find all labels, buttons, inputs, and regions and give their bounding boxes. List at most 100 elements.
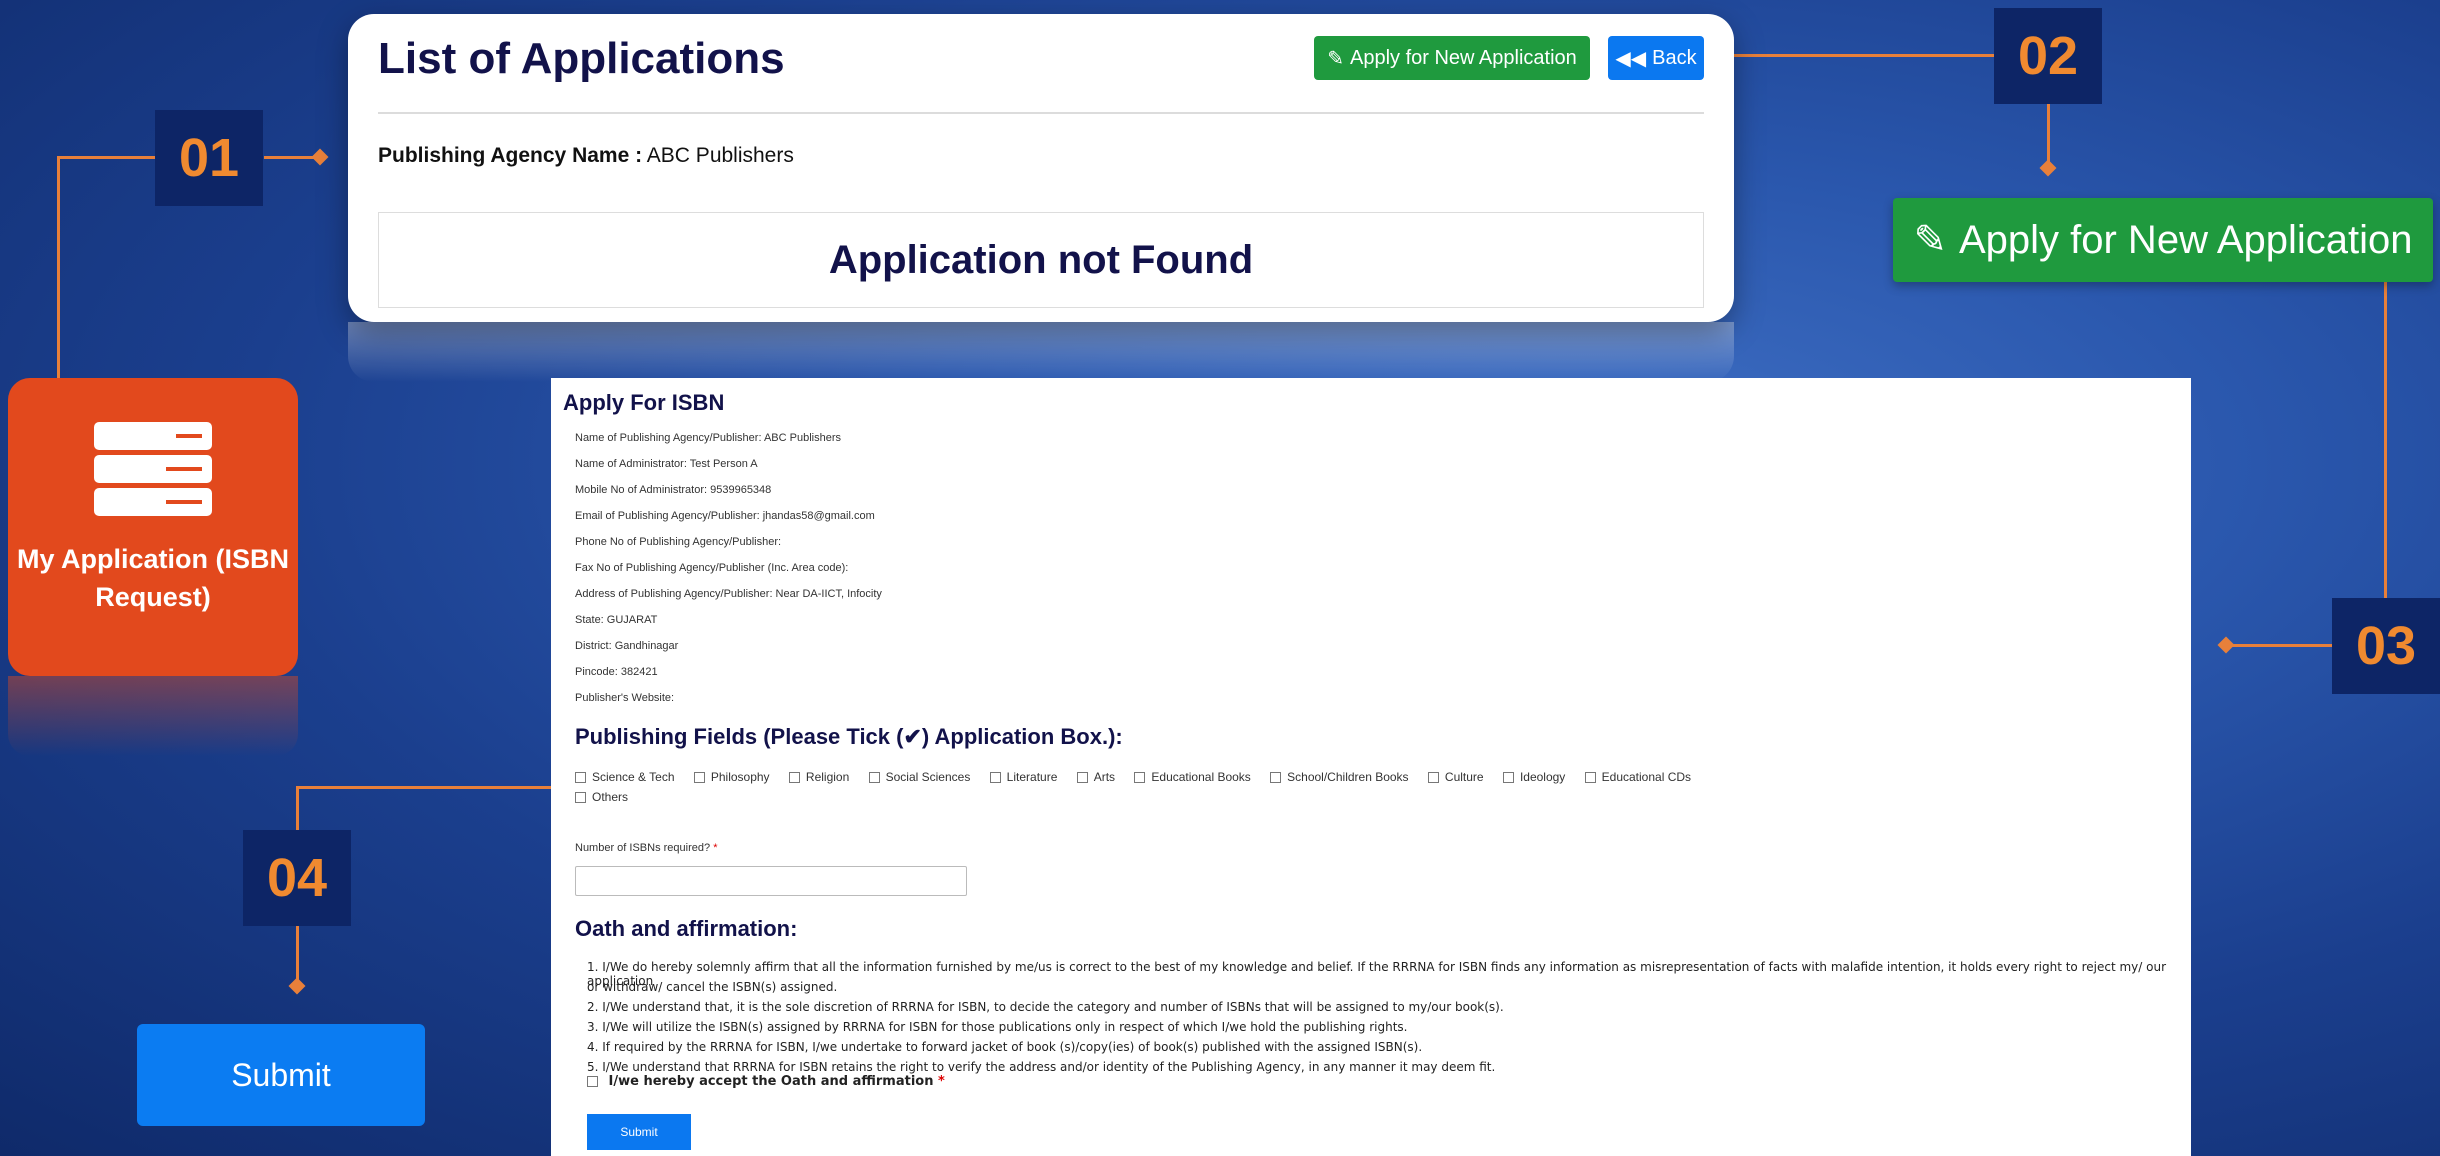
my-application-tile[interactable]: My Application (ISBN Request) <box>8 378 298 676</box>
field-email: Email of Publishing Agency/Publisher: jh… <box>575 510 875 522</box>
checkbox-science-tech[interactable]: Science & Tech <box>575 770 675 784</box>
checkbox-box[interactable] <box>989 772 1001 784</box>
checkbox-box[interactable] <box>788 772 800 784</box>
checkbox-label: Others <box>592 790 629 804</box>
page-title: List of Applications <box>378 34 785 83</box>
form-submit-button[interactable]: Submit <box>587 1114 691 1150</box>
connector-03-vertical <box>2384 282 2387 598</box>
pencil-icon: ✎ <box>1913 218 1947 262</box>
checkbox-social-sciences[interactable]: Social Sciences <box>868 770 971 784</box>
field-state: State: GUJARAT <box>575 614 658 626</box>
checkbox-box[interactable] <box>1427 772 1439 784</box>
back-arrow-icon: ◀◀ <box>1615 47 1647 70</box>
checkbox-label: Philosophy <box>710 770 770 784</box>
connector-04-up <box>296 786 299 830</box>
checkbox-box[interactable] <box>1134 772 1146 784</box>
tile-reflection <box>8 676 298 756</box>
step-badge-04: 04 <box>243 830 351 926</box>
connector-02-down <box>2047 104 2050 166</box>
isbn-count-label: Number of ISBNs required? * <box>575 842 717 854</box>
checkbox-label: Social Sciences <box>885 770 971 784</box>
publishing-agency-name: Publishing Agency Name : ABC Publishers <box>378 144 794 168</box>
tile-label: My Application (ISBN Request) <box>16 544 289 612</box>
checkbox-educational-books[interactable]: Educational Books <box>1134 770 1251 784</box>
oath-line-5: 5. I/We understand that RRRNA for ISBN r… <box>587 1060 1496 1074</box>
field-district: District: Gandhinagar <box>575 640 679 652</box>
divider <box>378 112 1704 114</box>
isbn-count-label-text: Number of ISBNs required? <box>575 842 711 854</box>
apply-isbn-form: Apply For ISBN Name of Publishing Agency… <box>551 378 2191 1156</box>
connector-01-left <box>57 156 155 159</box>
required-mark: * <box>938 1074 945 1089</box>
server-list-icon <box>94 422 212 516</box>
oath-line-2: 2. I/We understand that, it is the sole … <box>587 1000 1504 1014</box>
connector-03-horizontal <box>2226 644 2336 647</box>
checkbox-religion[interactable]: Religion <box>788 770 850 784</box>
checkbox-box[interactable] <box>575 792 586 804</box>
connector-01-vertical <box>57 156 60 378</box>
oath-heading: Oath and affirmation: <box>575 916 798 941</box>
field-address: Address of Publishing Agency/Publisher: … <box>575 588 882 600</box>
checkbox-philosophy[interactable]: Philosophy <box>693 770 770 784</box>
card-reflection <box>348 322 1734 382</box>
checkbox-literature[interactable]: Literature <box>989 770 1058 784</box>
back-button[interactable]: ◀◀ Back <box>1608 36 1704 80</box>
apply-button-label: Apply for New Application <box>1349 46 1577 69</box>
publishing-fields-row-2: Others <box>575 790 644 804</box>
checkbox-label: Educational CDs <box>1601 770 1692 784</box>
publishing-fields-row: Science & Tech Philosophy Religion Socia… <box>575 770 1707 784</box>
checkbox-culture[interactable]: Culture <box>1427 770 1484 784</box>
oath-line-3: 3. I/We will utilize the ISBN(s) assigne… <box>587 1020 1408 1034</box>
field-admin-name: Name of Administrator: Test Person A <box>575 458 758 470</box>
checkbox-arts[interactable]: Arts <box>1076 770 1115 784</box>
checkbox-others[interactable]: Others <box>575 790 628 804</box>
checkbox-label: Ideology <box>1519 770 1566 784</box>
accept-oath-checkbox[interactable]: I/we hereby accept the Oath and affirmat… <box>587 1074 945 1089</box>
field-phone: Phone No of Publishing Agency/Publisher: <box>575 536 782 548</box>
checkbox-label: School/Children Books <box>1287 770 1409 784</box>
connector-03-dot <box>2217 636 2235 654</box>
isbn-count-input[interactable] <box>575 866 967 896</box>
accept-oath-label: I/we hereby accept the Oath and affirmat… <box>608 1074 934 1089</box>
agency-value: ABC Publishers <box>646 144 794 167</box>
checkbox-label: Educational Books <box>1151 770 1251 784</box>
field-website: Publisher's Website: <box>575 692 675 704</box>
apply-new-application-button[interactable]: ✎ Apply for New Application <box>1314 36 1590 80</box>
back-button-label: Back <box>1652 46 1697 69</box>
checkbox-box[interactable] <box>693 772 705 784</box>
oath-line-1-cont: or withdraw/ cancel the ISBN(s) assigned… <box>587 980 838 994</box>
connector-02-horizontal <box>1734 54 1994 57</box>
checkbox-box[interactable] <box>575 772 586 784</box>
checkbox-box[interactable] <box>587 1076 598 1087</box>
submit-button-large[interactable]: Submit <box>137 1024 425 1126</box>
checkbox-educational-cds[interactable]: Educational CDs <box>1584 770 1692 784</box>
empty-state-message: Application not Found <box>378 212 1704 308</box>
connector-04-horizontal <box>296 786 552 789</box>
checkbox-label: Religion <box>805 770 850 784</box>
checkbox-school-children-books[interactable]: School/Children Books <box>1270 770 1409 784</box>
big-apply-label: Apply for New Application <box>1958 217 2413 262</box>
checkbox-box[interactable] <box>1076 772 1088 784</box>
connector-04-dot <box>288 977 306 995</box>
pencil-icon: ✎ <box>1327 47 1344 70</box>
checkbox-box[interactable] <box>1584 772 1596 784</box>
checkbox-ideology[interactable]: Ideology <box>1502 770 1566 784</box>
required-mark: * <box>713 842 718 854</box>
checkbox-box[interactable] <box>868 772 880 784</box>
field-agency-name: Name of Publishing Agency/Publisher: ABC… <box>575 432 841 444</box>
field-admin-mobile: Mobile No of Administrator: 9539965348 <box>575 484 772 496</box>
checkbox-box[interactable] <box>1502 772 1514 784</box>
checkbox-label: Culture <box>1444 770 1484 784</box>
applications-card: List of Applications ✎ Apply for New App… <box>348 14 1734 322</box>
checkbox-box[interactable] <box>1270 772 1282 784</box>
apply-new-application-button-large[interactable]: ✎ Apply for New Application <box>1893 198 2433 282</box>
connector-04-down <box>296 926 299 982</box>
checkbox-label: Literature <box>1006 770 1058 784</box>
oath-line-4: 4. If required by the RRRNA for ISBN, I/… <box>587 1040 1423 1054</box>
step-badge-02: 02 <box>1994 8 2102 104</box>
connector-01-dot <box>311 148 329 166</box>
agency-label: Publishing Agency Name : <box>378 144 643 167</box>
publishing-fields-heading: Publishing Fields (Please Tick (✔) Appli… <box>575 724 1123 749</box>
connector-02-dot <box>2039 159 2057 177</box>
step-badge-01: 01 <box>155 110 263 206</box>
